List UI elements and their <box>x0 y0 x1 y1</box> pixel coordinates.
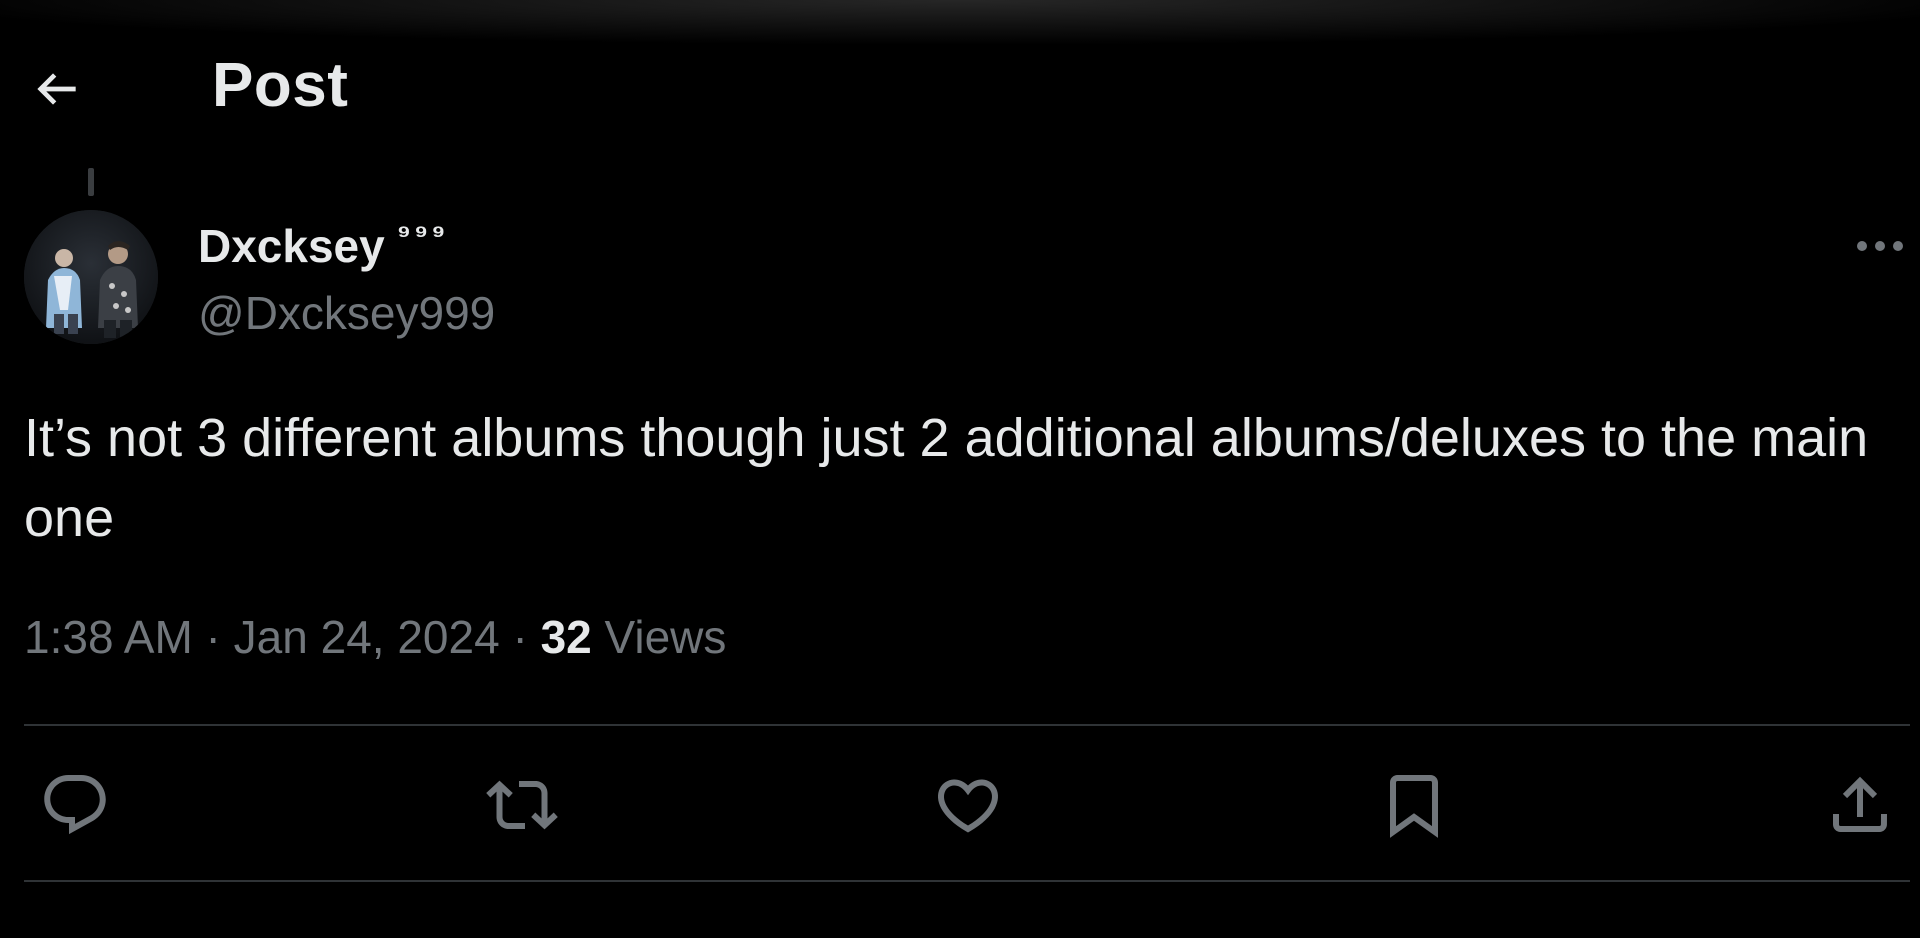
meta-separator: · <box>499 611 541 663</box>
meta-separator: · <box>192 611 234 663</box>
reply-button[interactable] <box>30 760 120 850</box>
back-button[interactable] <box>24 56 90 122</box>
arrow-left-icon <box>37 73 76 105</box>
divider <box>24 724 1910 726</box>
author-name-text: Dxcksey <box>198 220 385 272</box>
author-display-name[interactable]: Dxcksey ⁹⁹⁹ <box>198 218 448 273</box>
more-options-button[interactable] <box>1850 228 1910 264</box>
repost-button[interactable] <box>477 760 567 850</box>
post-page: Post Dxcksey ⁹⁹⁹ @Dxcksey999 It’s not 3 … <box>0 0 1920 938</box>
author-handle[interactable]: @Dxcksey999 <box>198 286 495 340</box>
post-date[interactable]: Jan 24, 2024 <box>234 611 500 663</box>
views-count: 32 <box>540 611 592 663</box>
action-bar <box>0 760 1920 850</box>
post-text: It’s not 3 different albums though just … <box>24 408 1869 548</box>
share-icon <box>1833 776 1887 832</box>
bookmark-button[interactable] <box>1369 760 1459 850</box>
divider <box>24 880 1910 882</box>
avatar-photo <box>24 210 158 344</box>
post-meta: 1:38 AM · Jan 24, 2024 · 32 Views <box>24 610 726 664</box>
post-time[interactable]: 1:38 AM <box>24 611 193 663</box>
repost-icon <box>486 780 558 830</box>
views-label: Views <box>604 611 727 663</box>
reply-icon <box>44 775 106 835</box>
bookmark-icon <box>1390 775 1438 838</box>
like-button[interactable] <box>923 760 1013 850</box>
page-title: Post <box>212 51 349 120</box>
heart-icon <box>937 779 999 833</box>
thread-connector <box>88 168 94 196</box>
author-name-suffix: ⁹⁹⁹ <box>396 218 449 251</box>
more-horizontal-icon <box>1857 241 1903 251</box>
avatar[interactable] <box>24 210 158 344</box>
header: Post <box>0 28 1920 138</box>
share-button[interactable] <box>1815 760 1905 850</box>
